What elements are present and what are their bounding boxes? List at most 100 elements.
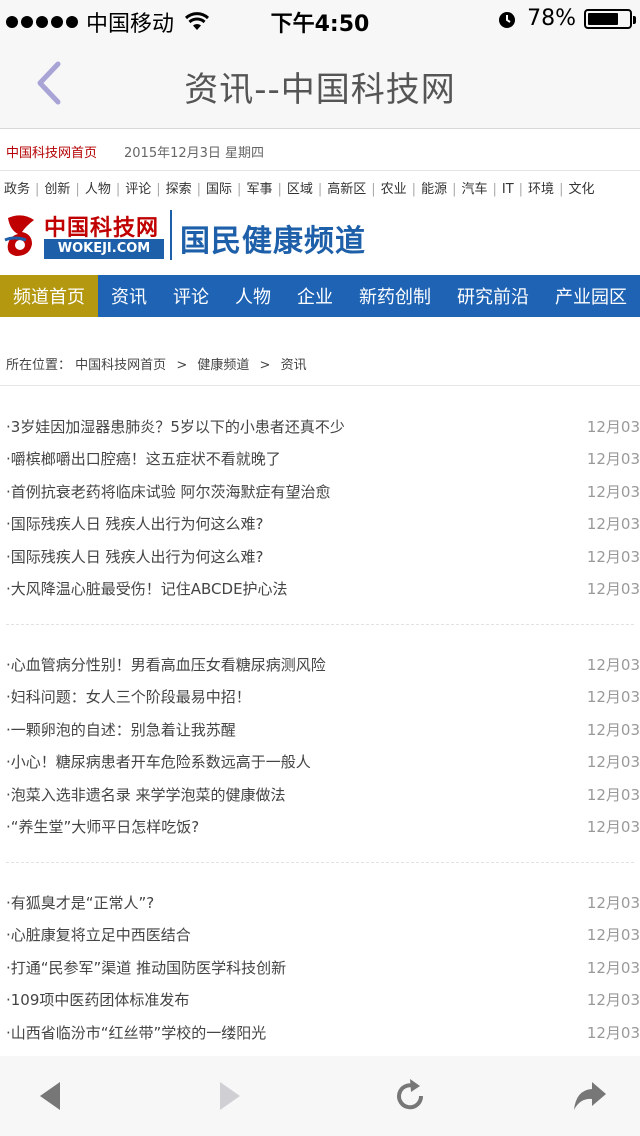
news-date: 12月03	[586, 958, 640, 977]
category-link[interactable]: 政务	[4, 182, 30, 197]
status-bar: 中国移动 下午4:50 78%	[0, 0, 640, 40]
category-separator: |	[559, 182, 564, 197]
category-link[interactable]: 评论	[125, 182, 151, 197]
channel-tab[interactable]: 产业园区	[542, 283, 640, 309]
category-link[interactable]: 军事	[246, 182, 272, 197]
news-title-link[interactable]: ·嚼槟榔嚼出口腔癌！这五症状不看就晚了	[6, 448, 281, 469]
channel-tab[interactable]: 资讯	[98, 283, 160, 309]
breadcrumb-home[interactable]: 中国科技网首页	[75, 358, 166, 373]
news-title-link[interactable]: ·打通“民参军”渠道 推动国防医学科技创新	[6, 957, 286, 978]
channel-name: 国民健康频道	[180, 224, 366, 259]
news-date: 12月03	[586, 579, 640, 598]
group-divider	[6, 862, 634, 863]
category-link[interactable]: IT	[502, 182, 514, 197]
news-title-link[interactable]: ·有狐臭才是“正常人”?	[6, 892, 154, 913]
breadcrumb-separator: >	[259, 358, 271, 373]
top-info-row: 中国科技网首页 2015年12月3日 星期四	[0, 130, 640, 171]
category-separator: |	[317, 182, 323, 197]
news-date: 12月03	[586, 926, 640, 945]
category-link[interactable]: 国际	[206, 182, 232, 197]
breadcrumb-news[interactable]: 资讯	[281, 358, 307, 373]
category-separator: |	[35, 182, 40, 197]
news-title-link[interactable]: ·3岁娃因加湿器患肺炎？5岁以下的小患者还真不少	[6, 416, 345, 437]
news-title-link[interactable]: ·小心！糖尿病患者开车危险系数远高于一般人	[6, 751, 311, 772]
category-link[interactable]: 创新	[44, 182, 70, 197]
site-logo[interactable]: 中国科技网 WOKEJI.COM 国民健康频道	[2, 206, 382, 264]
news-title-link[interactable]: ·泡菜入选非遗名录 来学学泡菜的健康做法	[6, 784, 286, 805]
refresh-icon[interactable]	[388, 1074, 432, 1118]
news-title-link[interactable]: ·首例抗衰老药将临床试验 阿尔茨海默症有望治愈	[6, 481, 331, 502]
channel-home-tab[interactable]: 频道首页	[0, 275, 98, 317]
category-link[interactable]: 环境	[528, 182, 554, 197]
news-item[interactable]: ·国际残疾人日 残疾人出行为何这么难? 12月03	[0, 538, 640, 570]
channel-nav-bar: 频道首页 资讯 评论 人物 企业 新药创制 研究前沿 产业园区	[0, 275, 640, 317]
news-item[interactable]: ·大风降温心脏最受伤！记住ABCDE护心法 12月03	[0, 570, 640, 602]
category-link[interactable]: 汽车	[461, 182, 487, 197]
news-item[interactable]: ·小心！糖尿病患者开车危险系数远高于一般人 12月03	[0, 743, 640, 775]
channel-tab[interactable]: 研究前沿	[444, 283, 542, 309]
category-link[interactable]: 能源	[421, 182, 447, 197]
site-home-link[interactable]: 中国科技网首页	[6, 142, 97, 161]
category-link[interactable]: 农业	[381, 182, 407, 197]
news-item[interactable]: ·一颗卵泡的自述：别急着让我苏醒 12月03	[0, 711, 640, 743]
battery-percent: 78%	[527, 6, 576, 31]
category-separator: |	[371, 182, 376, 197]
news-title-link[interactable]: ·109项中医药团体标准发布	[6, 989, 189, 1010]
share-icon[interactable]	[568, 1074, 612, 1118]
logo-english-name: WOKEJI.COM	[44, 239, 164, 259]
news-date: 12月03	[586, 785, 640, 804]
category-link[interactable]: 探索	[166, 182, 192, 197]
alarm-clock-icon	[499, 11, 516, 28]
news-title-link[interactable]: ·山西省临汾市“红丝带”学校的一缕阳光	[6, 1022, 266, 1043]
news-title-link[interactable]: ·国际残疾人日 残疾人出行为何这么难?	[6, 546, 264, 567]
forward-arrow-icon[interactable]	[208, 1074, 252, 1118]
news-title-link[interactable]: ·一颗卵泡的自述：别急着让我苏醒	[6, 719, 236, 740]
news-title-link[interactable]: ·心血管病分性别！男看高血压女看糖尿病测风险	[6, 654, 326, 675]
news-item[interactable]: ·“养生堂”大师平日怎样吃饭? 12月03	[0, 808, 640, 840]
channel-tab[interactable]: 企业	[284, 283, 346, 309]
news-date: 12月03	[586, 991, 640, 1010]
category-link[interactable]: 高新区	[327, 182, 366, 197]
news-title-link[interactable]: ·“养生堂”大师平日怎样吃饭?	[6, 816, 199, 837]
breadcrumb-separator: >	[176, 358, 188, 373]
news-item[interactable]: ·109项中医药团体标准发布 12月03	[0, 981, 640, 1013]
news-date: 12月03	[586, 1023, 640, 1042]
breadcrumb-label: 所在位置：	[6, 358, 72, 373]
news-item[interactable]: ·打通“民参军”渠道 推动国防医学科技创新 12月03	[0, 949, 640, 981]
category-link[interactable]: 区域	[287, 182, 313, 197]
group-divider	[6, 624, 634, 625]
news-title-link[interactable]: ·国际残疾人日 残疾人出行为何这么难?	[6, 513, 264, 534]
breadcrumb: 所在位置： 中国科技网首页 > 健康频道 > 资讯	[6, 354, 307, 373]
category-link[interactable]: 文化	[568, 182, 594, 197]
category-link[interactable]: 人物	[85, 182, 111, 197]
category-separator: |	[277, 182, 282, 197]
category-separator: |	[237, 182, 242, 197]
news-title-link[interactable]: ·妇科问题：女人三个阶段最易中招！	[6, 686, 251, 707]
news-item[interactable]: ·心脏康复将立足中西医结合 12月03	[0, 916, 640, 948]
news-item[interactable]: ·心血管病分性别！男看高血压女看糖尿病测风险 12月03	[0, 646, 640, 678]
channel-tab[interactable]: 评论	[160, 283, 222, 309]
news-date: 12月03	[586, 418, 640, 436]
news-item[interactable]: ·嚼槟榔嚼出口腔癌！这五症状不看就晚了 12月03	[0, 440, 640, 472]
news-item[interactable]: ·山西省临汾市“红丝带”学校的一缕阳光 12月03	[0, 1014, 640, 1046]
category-separator: |	[196, 182, 202, 197]
news-item[interactable]: ·国际残疾人日 残疾人出行为何这么难? 12月03	[0, 505, 640, 537]
news-date: 12月03	[586, 817, 640, 836]
news-title-link[interactable]: ·心脏康复将立足中西医结合	[6, 924, 191, 945]
category-separator: |	[492, 182, 497, 197]
category-menu: 政务 | 创新 | 人物 | 评论 | 探索 | 国际 | 军事 | 区域 | 高新区 | 农业 | 能源 | 汽车 | IT |…	[0, 178, 640, 200]
breadcrumb-health-channel[interactable]: 健康频道	[197, 358, 249, 373]
news-date: 12月03	[586, 656, 640, 674]
news-item[interactable]: ·妇科问题：女人三个阶段最易中招！ 12月03	[0, 678, 640, 710]
back-arrow-icon[interactable]	[28, 1074, 72, 1118]
logo-mark-icon	[4, 215, 34, 256]
channel-tab[interactable]: 人物	[222, 283, 284, 309]
news-item[interactable]: ·有狐臭才是“正常人”? 12月03	[0, 884, 640, 916]
channel-tab[interactable]: 新药创制	[346, 283, 444, 309]
news-item[interactable]: ·首例抗衰老药将临床试验 阿尔茨海默症有望治愈 12月03	[0, 473, 640, 505]
category-separator: |	[156, 182, 161, 197]
news-item[interactable]: ·3岁娃因加湿器患肺炎？5岁以下的小患者还真不少 12月03	[0, 408, 640, 440]
logo-chinese-name: 中国科技网	[44, 215, 160, 241]
news-title-link[interactable]: ·大风降温心脏最受伤！记住ABCDE护心法	[6, 578, 288, 599]
news-item[interactable]: ·泡菜入选非遗名录 来学学泡菜的健康做法 12月03	[0, 776, 640, 808]
